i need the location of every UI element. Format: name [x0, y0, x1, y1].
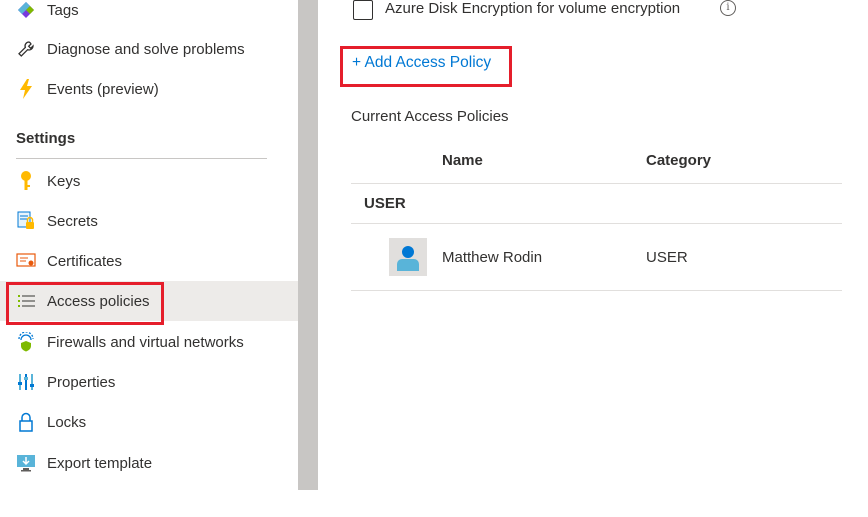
key-icon [16, 171, 36, 191]
row-category: USER [646, 249, 688, 266]
network-icon [16, 332, 36, 352]
disk-encryption-label: Azure Disk Encryption for volume encrypt… [385, 0, 681, 17]
column-header-name[interactable]: Name [442, 152, 483, 169]
current-access-policies-title: Current Access Policies [351, 108, 509, 125]
certificate-icon [16, 251, 36, 271]
access-policies-icon [16, 291, 36, 311]
sidebar-item-locks[interactable]: Locks [0, 402, 298, 442]
table-divider [351, 223, 842, 224]
sidebar-item-label: Events (preview) [47, 80, 159, 98]
sidebar-item-access-policies[interactable]: Access policies [0, 281, 298, 321]
sidebar-item-label: Properties [47, 373, 116, 391]
sidebar-item-keys[interactable]: Keys [0, 161, 298, 201]
wrench-icon [16, 39, 36, 59]
sidebar-item-certificates[interactable]: Certificates [0, 241, 298, 281]
user-avatar-icon [389, 238, 427, 276]
table-divider [351, 290, 842, 291]
sidebar-item-diagnose[interactable]: Diagnose and solve problems [0, 29, 298, 69]
sidebar-item-label: Certificates [47, 252, 123, 270]
section-divider [16, 158, 267, 159]
settings-section-header: Settings [16, 130, 76, 147]
add-access-policy-link[interactable]: + Add Access Policy [352, 54, 491, 72]
sidebar-item-export-template[interactable]: Export template [0, 443, 298, 483]
tag-icon [16, 0, 36, 20]
table-divider [351, 183, 842, 184]
sidebar-item-properties[interactable]: Properties [0, 362, 298, 402]
sidebar-item-label: Keys [47, 172, 81, 190]
lightning-icon [16, 79, 36, 99]
sidebar: Tags Diagnose and solve problems Events … [0, 0, 298, 517]
sidebar-item-label: Diagnose and solve problems [47, 40, 245, 58]
panel-splitter[interactable] [298, 0, 318, 490]
sidebar-item-label: Locks [47, 413, 87, 431]
disk-encryption-checkbox[interactable] [353, 0, 373, 20]
row-name[interactable]: Matthew Rodin [442, 249, 542, 266]
main-content: Azure Disk Encryption for volume encrypt… [318, 0, 868, 517]
sidebar-item-firewalls[interactable]: Firewalls and virtual networks [0, 322, 298, 362]
sidebar-item-label: Firewalls and virtual networks [47, 333, 244, 351]
sidebar-item-label: Secrets [47, 212, 98, 230]
sidebar-item-secrets[interactable]: Secrets [0, 201, 298, 241]
info-icon[interactable]: i [720, 0, 736, 16]
column-header-category[interactable]: Category [646, 152, 711, 169]
export-template-icon [16, 453, 36, 473]
sidebar-item-label: Tags [47, 1, 79, 19]
sidebar-item-label: Export template [47, 454, 153, 472]
sidebar-item-tags[interactable]: Tags [0, 0, 298, 30]
group-header-user: USER [364, 195, 406, 212]
properties-icon [16, 372, 36, 392]
sidebar-item-label: Access policies [47, 292, 150, 310]
secret-icon [16, 211, 36, 231]
sidebar-item-events[interactable]: Events (preview) [0, 69, 298, 109]
lock-icon [16, 412, 36, 432]
